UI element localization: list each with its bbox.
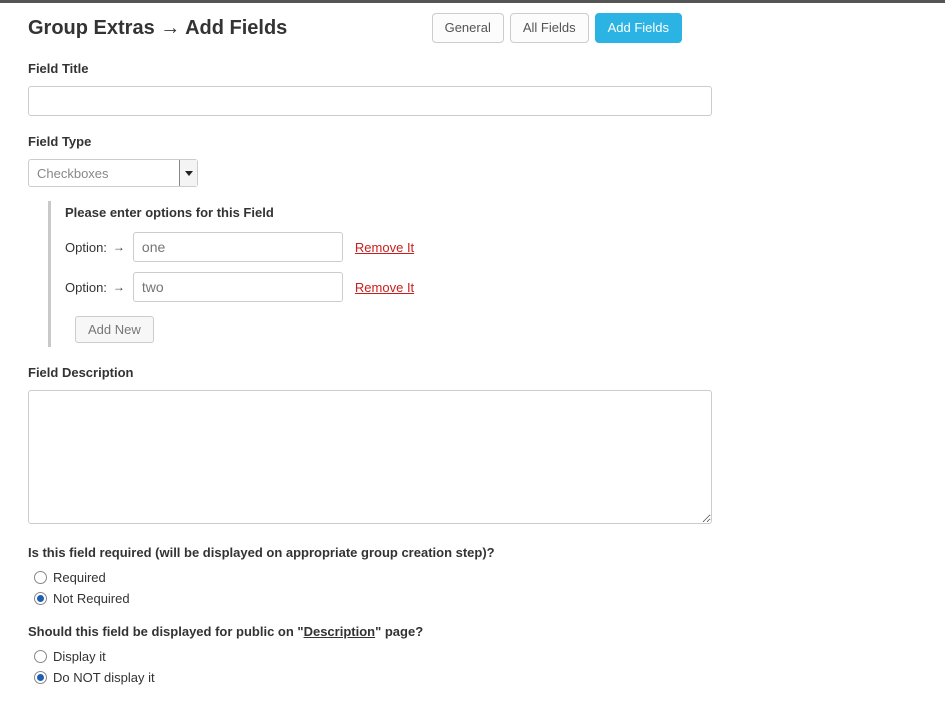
section-required: Is this field required (will be displaye… xyxy=(28,545,682,606)
option-input-1[interactable] xyxy=(133,232,343,262)
option-row: Option: → Remove It xyxy=(65,232,682,262)
public-question-label: Should this field be displayed for publi… xyxy=(28,624,682,639)
radio-icon xyxy=(34,671,47,684)
option-row: Option: → Remove It xyxy=(65,272,682,302)
field-type-selected: Checkboxes xyxy=(37,166,109,181)
remove-option-link[interactable]: Remove It xyxy=(355,280,414,295)
remove-option-link[interactable]: Remove It xyxy=(355,240,414,255)
required-question-label: Is this field required (will be displaye… xyxy=(28,545,682,560)
arrow-right-icon: → xyxy=(113,280,125,294)
section-field-title: Field Title xyxy=(28,61,682,116)
option-label: Option: xyxy=(65,280,107,295)
arrow-right-icon: → xyxy=(113,240,125,254)
radio-display-it[interactable]: Display it xyxy=(34,649,682,664)
field-title-label: Field Title xyxy=(28,61,682,76)
radio-required[interactable]: Required xyxy=(34,570,682,585)
radio-label: Not Required xyxy=(53,591,130,606)
field-options-block: Please enter options for this Field Opti… xyxy=(48,201,682,347)
option-label: Option: xyxy=(65,240,107,255)
field-type-select[interactable]: Checkboxes xyxy=(28,159,198,187)
radio-not-required[interactable]: Not Required xyxy=(34,591,682,606)
radio-label: Do NOT display it xyxy=(53,670,155,685)
radio-label: Display it xyxy=(53,649,106,664)
radio-icon xyxy=(34,571,47,584)
section-field-description: Field Description xyxy=(28,365,682,527)
tab-all-fields[interactable]: All Fields xyxy=(510,13,589,43)
radio-icon xyxy=(34,592,47,605)
radio-do-not-display[interactable]: Do NOT display it xyxy=(34,670,682,685)
section-field-type: Field Type Checkboxes Please enter optio… xyxy=(28,134,682,347)
page-title: Group Extras → Add Fields xyxy=(28,17,287,40)
public-question-post: " page? xyxy=(375,624,423,639)
tab-general[interactable]: General xyxy=(432,13,504,43)
option-input-2[interactable] xyxy=(133,272,343,302)
section-public-display: Should this field be displayed for publi… xyxy=(28,624,682,685)
header: Group Extras → Add Fields General All Fi… xyxy=(28,13,682,43)
public-question-underline: Description xyxy=(304,624,376,639)
chevron-down-icon xyxy=(179,160,197,186)
field-type-label: Field Type xyxy=(28,134,682,149)
field-description-label: Field Description xyxy=(28,365,682,380)
field-description-textarea[interactable] xyxy=(28,390,712,524)
field-options-heading: Please enter options for this Field xyxy=(65,205,682,220)
radio-icon xyxy=(34,650,47,663)
tab-add-fields[interactable]: Add Fields xyxy=(595,13,682,43)
public-question-pre: Should this field be displayed for publi… xyxy=(28,624,304,639)
add-new-option-button[interactable]: Add New xyxy=(75,316,154,343)
field-title-input[interactable] xyxy=(28,86,712,116)
radio-label: Required xyxy=(53,570,106,585)
tabs: General All Fields Add Fields xyxy=(432,13,682,43)
